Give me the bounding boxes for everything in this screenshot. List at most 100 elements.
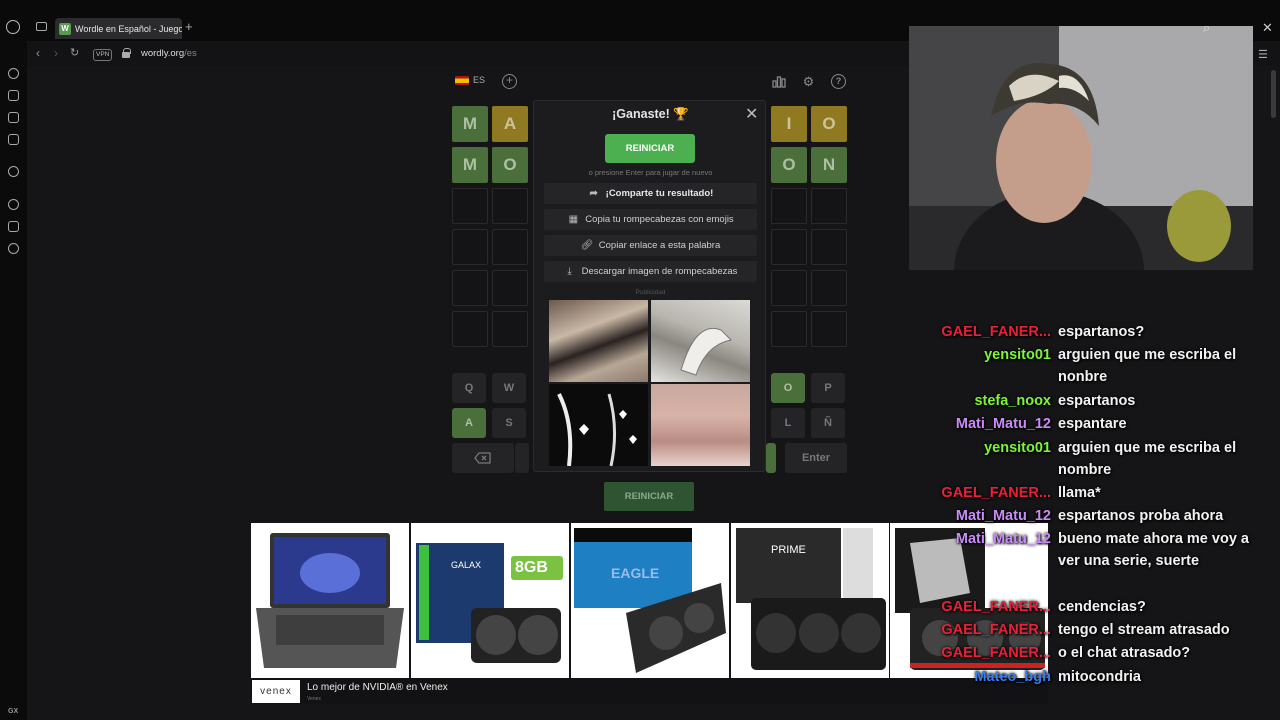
backspace-key[interactable] — [452, 443, 514, 473]
chat-text: arguien que me escriba el nombre — [1058, 440, 1237, 478]
easy-setup-icon[interactable]: ☰ — [1258, 48, 1268, 61]
key-l[interactable]: L — [771, 408, 805, 438]
link-icon: 🔗︎ — [580, 240, 594, 251]
board-tile-correct: O — [492, 147, 528, 183]
ad-product-gigabyte-gpu[interactable]: EAGLE — [571, 523, 729, 678]
forward-icon[interactable]: › — [54, 46, 58, 60]
sidebar-settings-icon[interactable] — [8, 243, 19, 254]
win-modal: ¡Ganaste! 🏆 ✕ REINICIAR o presione Enter… — [533, 100, 766, 472]
close-window-icon[interactable]: ✕ — [1262, 20, 1273, 36]
restart-button-bottom[interactable]: REINICIAR — [604, 482, 694, 511]
close-icon[interactable]: ✕ — [745, 104, 758, 124]
chat-username: Mati_Matu_12 — [955, 531, 1051, 547]
board-tile-present: I — [771, 106, 807, 142]
ad-product-asus-gpu[interactable]: PRIME — [731, 523, 889, 678]
new-tab-icon[interactable]: + — [185, 19, 193, 34]
ad-image-3[interactable] — [549, 384, 648, 467]
back-icon[interactable]: ‹ — [36, 46, 40, 60]
chat-text: bueno mate ahora me voy a ver una serie,… — [1058, 531, 1249, 569]
opera-logo-icon[interactable] — [6, 20, 20, 34]
ad-product-laptop[interactable] — [251, 523, 409, 678]
board-tile-correct: O — [771, 147, 807, 183]
webcam-feed — [909, 26, 1253, 270]
copy-emojis-button[interactable]: ▦ Copia tu rompecabezas con emojis — [544, 209, 757, 230]
tab-islands-icon[interactable] — [36, 22, 47, 31]
board-tile-empty — [452, 229, 488, 265]
chat-text: espartanos — [1058, 393, 1136, 409]
url-path: /es — [184, 48, 197, 59]
key-m-partial[interactable] — [766, 443, 776, 473]
chat-username: GAEL_FANER... — [941, 645, 1051, 661]
ad-image-1[interactable] — [549, 300, 648, 382]
sidebar-history-icon[interactable] — [8, 199, 19, 210]
venex-logo[interactable]: venex — [252, 680, 300, 703]
board-tile-empty — [492, 270, 528, 306]
settings-icon[interactable]: ⚙ — [801, 74, 816, 89]
board-tile-correct: N — [811, 147, 847, 183]
sidebar-chatgpt-icon[interactable] — [8, 166, 19, 177]
tab-wordle[interactable]: W Wordle en Español - Juego — [55, 18, 182, 39]
board-tile-empty — [811, 229, 847, 265]
board-tile-empty — [811, 270, 847, 306]
stats-icon[interactable] — [771, 74, 786, 89]
url-text[interactable]: wordly.org/es — [141, 48, 197, 59]
chat-username: GAEL_FANER... — [941, 324, 1051, 340]
chat-text: espartanos? — [1058, 324, 1145, 340]
search-icon[interactable]: ⌕ — [1203, 20, 1210, 36]
svg-text:GALAX: GALAX — [451, 560, 481, 570]
key-w[interactable]: W — [492, 373, 526, 403]
scrollbar[interactable] — [1270, 66, 1278, 720]
board-tile-empty — [452, 188, 488, 224]
chat-username: GAEL_FANER... — [941, 485, 1051, 501]
add-icon[interactable]: + — [502, 74, 517, 89]
sidebar-ai-icon[interactable] — [8, 68, 19, 79]
board-tile-empty — [811, 311, 847, 347]
help-icon[interactable]: ? — [831, 74, 846, 89]
restart-button[interactable]: REINICIAR — [605, 134, 695, 163]
sidebar-gx-corner-icon[interactable] — [8, 90, 19, 101]
ad-image-2[interactable] — [651, 300, 750, 382]
share-icon: ➦ — [589, 188, 598, 199]
ad-image-4[interactable] — [651, 384, 750, 466]
key-z-partial[interactable] — [515, 443, 529, 473]
key-q[interactable]: Q — [452, 373, 486, 403]
chat-username: yensito01 — [984, 347, 1051, 363]
board-tile-empty — [771, 229, 807, 265]
chat-text: espantare — [1058, 416, 1127, 432]
download-image-button[interactable]: ⤓ Descargar imagen de rompecabezas — [544, 261, 757, 282]
sidebar-messenger-icon[interactable] — [8, 134, 19, 145]
chat-text: o el chat atrasado? — [1058, 645, 1191, 661]
lock-icon[interactable] — [122, 48, 131, 58]
key-s[interactable]: S — [492, 408, 526, 438]
enter-key[interactable]: Enter — [785, 443, 847, 473]
modal-title: ¡Ganaste! 🏆 — [612, 107, 689, 121]
key-p[interactable]: P — [811, 373, 845, 403]
enter-hint: o presione Enter para jugar de nuevo — [588, 168, 713, 177]
board-tile-present: A — [492, 106, 528, 142]
chat-text: tengo el stream atrasado — [1058, 622, 1230, 638]
copy-link-button[interactable]: 🔗︎ Copiar enlace a esta palabra — [544, 235, 757, 256]
key-enye[interactable]: Ñ — [811, 408, 845, 438]
key-o[interactable]: O — [771, 373, 805, 403]
chat-username: Mateo_bgh — [974, 669, 1051, 685]
board-tile-correct: M — [452, 147, 488, 183]
board-tile-empty — [452, 270, 488, 306]
board-tile-empty — [492, 188, 528, 224]
sidebar-extensions-icon[interactable] — [8, 221, 19, 232]
key-a[interactable]: A — [452, 408, 486, 438]
board-tile-empty — [771, 188, 807, 224]
ad-title[interactable]: Lo mejor de NVIDIA® en Venex — [307, 682, 448, 693]
vpn-badge[interactable]: VPN — [93, 49, 113, 61]
chat-username: Mati_Matu_12 — [955, 416, 1051, 432]
board-tile-present: O — [811, 106, 847, 142]
chat-text: espartanos proba ahora — [1058, 508, 1224, 524]
board-tile-empty — [452, 311, 488, 347]
sidebar-gx-label: GX — [8, 708, 19, 715]
reload-icon[interactable]: ↻ — [70, 46, 79, 59]
ad-product-galax-gpu[interactable]: GALAX 8GB — [411, 523, 569, 678]
chat-username: Mati_Matu_12 — [955, 508, 1051, 524]
share-result-button[interactable]: ➦ ¡Comparte tu resultado! — [544, 183, 757, 204]
language-selector[interactable]: ES — [455, 75, 485, 85]
sidebar-twitch-icon[interactable] — [8, 112, 19, 123]
scrollbar-thumb[interactable] — [1271, 70, 1276, 118]
